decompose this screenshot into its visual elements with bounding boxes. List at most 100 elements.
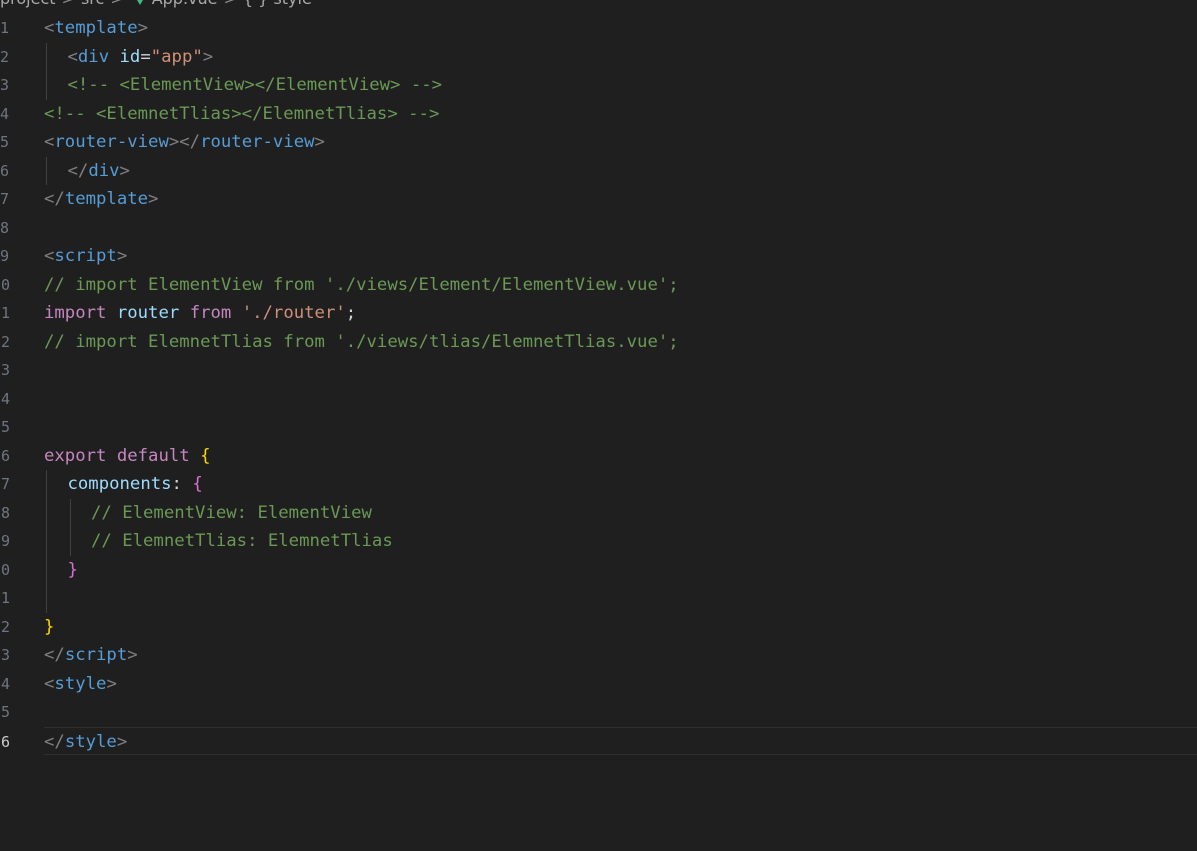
indent-guide (69, 527, 71, 556)
code-line[interactable]: 7 </template> (0, 185, 1197, 214)
code-token: script (64, 645, 128, 665)
code-token: import (44, 303, 107, 323)
code-token: style (64, 731, 117, 752)
code-line[interactable]: 18 // ElementView: ElementView (0, 498, 1197, 528)
line-number: 2 (0, 47, 10, 66)
code-token: // ElementView: ElementView (91, 502, 372, 523)
code-token: script (54, 246, 117, 266)
code-line[interactable]: 21 (0, 584, 1197, 613)
vue-file-icon (133, 0, 146, 5)
chevron-right-icon: > (62, 0, 75, 8)
code-token: id (119, 46, 141, 67)
code-token: './router' (241, 303, 346, 323)
breadcrumb-folder-src[interactable]: src (81, 0, 104, 8)
code-token: router-view (54, 132, 169, 152)
code-line[interactable]: 23 </script> (0, 641, 1197, 670)
line-number: 7 (0, 190, 10, 208)
breadcrumb-file[interactable]: App.vue (152, 0, 218, 8)
code-line[interactable]: 14 (0, 385, 1197, 414)
line-number: 10 (0, 275, 10, 294)
code-content: </style> (44, 728, 127, 757)
code-line[interactable]: 17 components: { (0, 470, 1197, 499)
code-token: > (314, 132, 325, 152)
code-token: < (44, 246, 55, 266)
code-token: components (67, 474, 172, 494)
code-token: ; (345, 303, 357, 323)
code-token: > (106, 673, 117, 694)
line-number: 21 (0, 589, 10, 607)
code-line[interactable]: 6 </div> (0, 156, 1197, 186)
line-number: 13 (0, 361, 10, 379)
code-token: </ (44, 731, 65, 752)
code-line[interactable]: 1 <template> (0, 14, 1197, 43)
code-line[interactable]: 2 <div id="app"> (0, 42, 1197, 71)
code-line[interactable]: 22} (0, 613, 1197, 642)
code-token: router (116, 303, 180, 323)
code-token: </ (67, 160, 89, 181)
code-token: < (44, 132, 55, 152)
indent-guide (46, 71, 47, 100)
line-number: 12 (0, 332, 10, 351)
code-token: div (88, 160, 120, 181)
code-line[interactable]: 24 <style> (0, 670, 1197, 699)
code-token: = (140, 46, 151, 67)
code-line[interactable]: 11 import router from './router'; (0, 299, 1197, 328)
code-token: from (189, 303, 232, 323)
code-content: // ElementView: ElementView (91, 499, 372, 528)
code-token: </ (44, 189, 65, 209)
code-line[interactable]: 3 <!-- <ElementView></ElementView> --> (0, 71, 1197, 100)
code-content: </div> (68, 157, 130, 186)
code-token: } (67, 559, 78, 580)
breadcrumb: project > src > App.vue > { } style (0, 0, 312, 9)
line-number: 5 (0, 133, 10, 151)
code-line[interactable]: 26 </style> (0, 726, 1197, 757)
line-number: 4 (0, 104, 10, 123)
code-token: > (119, 160, 130, 181)
line-number: 23 (0, 646, 10, 664)
code-content: <router-view></router-view> (44, 128, 325, 157)
code-token: < (67, 46, 78, 67)
breadcrumb-folder-project[interactable]: project (0, 0, 56, 8)
line-number: 22 (0, 617, 10, 636)
code-token: style (54, 673, 107, 694)
code-content: <!-- <ElemnetTlias></ElemnetTlias> --> (44, 100, 439, 129)
code-line[interactable]: 15 (0, 413, 1197, 442)
breadcrumb-symbol[interactable]: { } style (243, 0, 312, 8)
code-token: { (192, 474, 203, 494)
chevron-right-icon: > (110, 0, 123, 8)
code-token: template (54, 18, 138, 38)
code-token: template (64, 189, 149, 209)
code-line[interactable]: 9 <script> (0, 242, 1197, 271)
code-token: router-view (200, 132, 315, 152)
line-number: 26 (0, 732, 10, 751)
code-line[interactable]: 8 (0, 214, 1197, 243)
indent-guide (46, 498, 47, 527)
code-token: // import ElemnetTlias from './views/tli… (44, 331, 679, 352)
code-token: <!-- <ElemnetTlias></ElemnetTlias> --> (44, 103, 440, 124)
code-line[interactable]: 10 // import ElementView from './views/El… (0, 271, 1197, 300)
code-editor[interactable]: 1 <template> 2 < div id="app" > 3 <!-- <Element… (0, 14, 1197, 755)
code-token: < (44, 673, 55, 694)
code-token: < (44, 18, 55, 38)
code-token: > (127, 645, 138, 665)
chevron-right-icon: > (224, 0, 237, 8)
code-line[interactable]: 13 (0, 356, 1197, 385)
code-line[interactable]: 25 (0, 698, 1197, 727)
code-line[interactable]: 19 // ElemnetTlias: ElemnetTlias (0, 527, 1197, 556)
code-content: // import ElementView from './views/Elem… (44, 271, 679, 300)
line-number: 11 (0, 304, 10, 322)
code-token: "app" (150, 46, 203, 67)
code-line[interactable]: 16 export default { (0, 442, 1197, 471)
code-line[interactable]: 12 // import ElemnetTlias from './views/t… (0, 328, 1197, 357)
code-line[interactable]: 4 <!-- <ElemnetTlias></ElemnetTlias> --> (0, 100, 1197, 129)
code-line[interactable]: 5 <router-view></router-view> (0, 128, 1197, 157)
code-line[interactable]: 20} (0, 555, 1197, 584)
code-token: > (116, 246, 128, 266)
indent-guide (69, 498, 71, 527)
code-token: { (200, 445, 211, 466)
code-content: <!-- <ElementView></ElementView> --> (68, 71, 443, 100)
